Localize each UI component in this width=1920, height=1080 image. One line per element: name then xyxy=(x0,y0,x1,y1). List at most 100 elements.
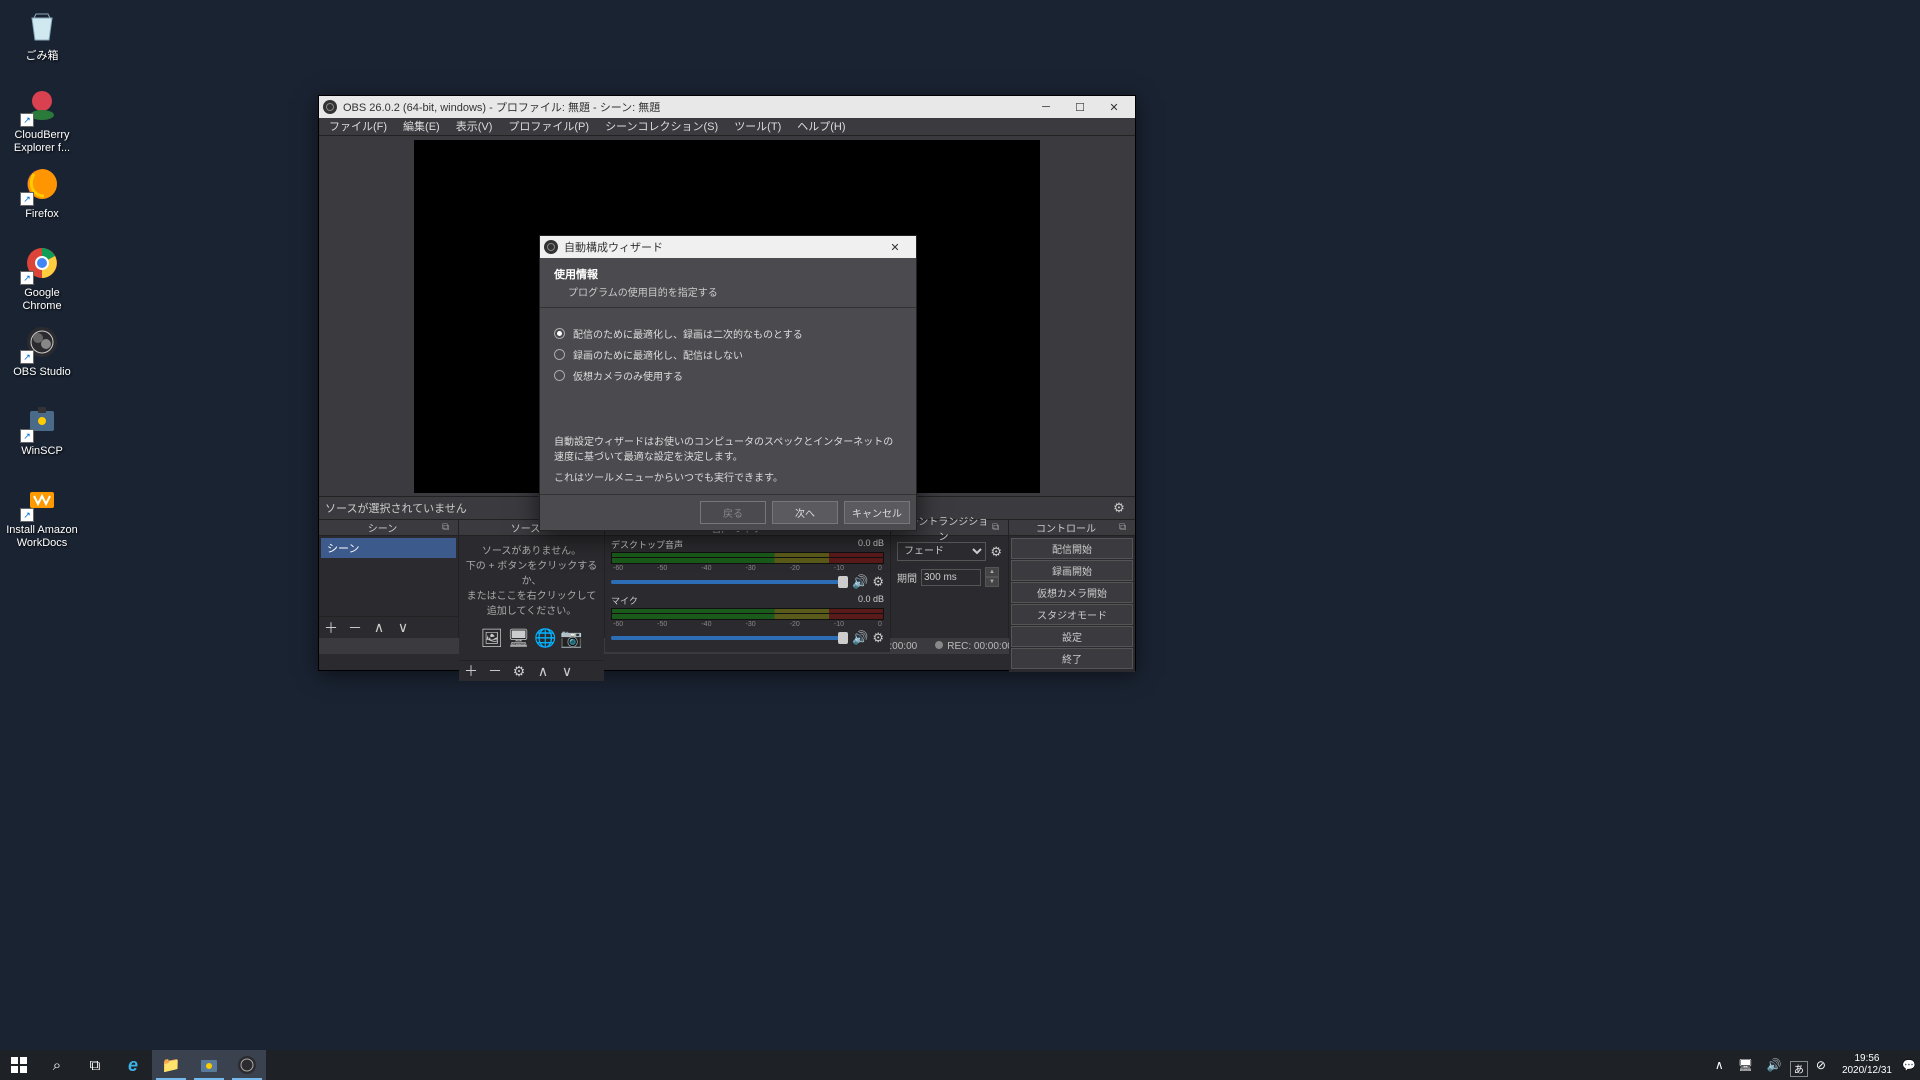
desktop-icon-winscp[interactable]: ↗ WinSCP xyxy=(4,401,80,458)
taskbar-explorer-icon[interactable]: 📁 xyxy=(152,1050,190,1080)
mixer-channel-level: 0.0 dB xyxy=(858,538,884,551)
desktop-icon-cloudberry[interactable]: ↗ CloudBerry Explorer f... xyxy=(4,85,80,155)
tray-volume-icon[interactable]: 🔊 xyxy=(1761,1050,1788,1080)
mute-button[interactable]: 🔊 xyxy=(852,574,868,590)
auto-config-wizard-dialog: 自動構成ウィザード ✕ 使用情報 プログラムの使用目的を指定する 配信のために最… xyxy=(539,235,917,531)
tray-expand-icon[interactable]: ∧ xyxy=(1709,1050,1730,1080)
controls-dock: コントロール ⧉ 配信開始 録画開始 仮想カメラ開始 スタジオモード 設定 終了 xyxy=(1009,520,1135,638)
start-recording-button[interactable]: 録画開始 xyxy=(1011,560,1133,581)
sources-list[interactable]: ソースがありません。 下の + ボタンをクリックするか、 またはここを右クリック… xyxy=(459,536,604,660)
menu-help[interactable]: ヘルプ(H) xyxy=(789,118,853,135)
menu-view[interactable]: 表示(V) xyxy=(448,118,501,135)
mute-button[interactable]: 🔊 xyxy=(852,630,868,646)
obs-titlebar[interactable]: OBS 26.0.2 (64-bit, windows) - プロファイル: 無… xyxy=(319,96,1135,118)
radio-icon xyxy=(554,349,565,360)
volume-slider[interactable] xyxy=(611,580,848,584)
clock-date: 2020/12/31 xyxy=(1842,1065,1892,1077)
settings-button[interactable]: 設定 xyxy=(1011,626,1133,647)
remove-scene-button[interactable]: － xyxy=(347,618,363,638)
source-down-button[interactable]: ∨ xyxy=(559,663,575,680)
transition-mode-select[interactable]: フェード xyxy=(897,542,986,561)
wizard-footer-text: 自動設定ウィザードはお使いのコンピュータのスペックとインターネットの速度に基づい… xyxy=(554,435,902,465)
wizard-option-recording[interactable]: 録画のために最適化し、配信はしない xyxy=(554,347,902,362)
desktop-icon-label: CloudBerry Explorer f... xyxy=(4,129,80,155)
desktop-icon-recycle-bin[interactable]: ごみ箱 xyxy=(4,6,80,63)
scene-down-button[interactable]: ∨ xyxy=(395,619,411,636)
close-button[interactable]: ✕ xyxy=(878,236,912,258)
wizard-option-virtual-camera[interactable]: 仮想カメラのみ使用する xyxy=(554,368,902,383)
taskbar-clock[interactable]: 19:56 2020/12/31 xyxy=(1834,1053,1900,1077)
add-scene-button[interactable]: ＋ xyxy=(323,618,339,638)
scene-item[interactable]: シーン xyxy=(321,538,456,558)
wizard-titlebar[interactable]: 自動構成ウィザード ✕ xyxy=(540,236,916,258)
rec-indicator-icon xyxy=(935,641,943,649)
mixer-ticks: -60-50-40-30-20-100 xyxy=(611,621,884,628)
wizard-cancel-button[interactable]: キャンセル xyxy=(844,501,910,524)
volume-slider[interactable] xyxy=(611,636,848,640)
menu-profile[interactable]: プロファイル(P) xyxy=(500,118,597,135)
maximize-button[interactable]: ☐ xyxy=(1063,96,1097,118)
search-button[interactable]: ⌕ xyxy=(38,1050,76,1080)
transition-settings-button[interactable]: ⚙ xyxy=(990,544,1002,560)
source-properties-gear-icon[interactable]: ⚙ xyxy=(1109,498,1129,518)
wizard-option-streaming[interactable]: 配信のために最適化し、録画は二次的なものとする xyxy=(554,326,902,341)
mixer-ticks: -60-50-40-30-20-100 xyxy=(611,565,884,572)
desktop-icon-obs[interactable]: ↗ OBS Studio xyxy=(4,322,80,379)
menu-file[interactable]: ファイル(F) xyxy=(321,118,395,135)
remove-source-button[interactable]: － xyxy=(487,661,503,681)
taskbar-winscp-icon[interactable] xyxy=(190,1050,228,1080)
desktop-icon-firefox[interactable]: ↗ Firefox xyxy=(4,164,80,221)
spinner-down-icon[interactable]: ▼ xyxy=(985,577,999,587)
source-properties-button[interactable]: ⚙ xyxy=(511,663,527,680)
mixer-channel-level: 0.0 dB xyxy=(858,594,884,607)
scene-up-button[interactable]: ∧ xyxy=(371,619,387,636)
start-virtual-camera-button[interactable]: 仮想カメラ開始 xyxy=(1011,582,1133,603)
desktop-icon-chrome[interactable]: ↗ Google Chrome xyxy=(4,243,80,313)
exit-button[interactable]: 終了 xyxy=(1011,648,1133,669)
studio-mode-button[interactable]: スタジオモード xyxy=(1011,604,1133,625)
scenes-dock-title: シーン xyxy=(323,520,442,535)
duration-input[interactable] xyxy=(921,569,981,586)
tray-network-icon[interactable]: 🖥 xyxy=(1732,1050,1759,1080)
dock-detach-icon[interactable]: ⧉ xyxy=(992,522,1004,533)
mixer-meter xyxy=(611,558,884,564)
wizard-header-title: 使用情報 xyxy=(554,266,902,282)
desktop-icon-label: Install Amazon WorkDocs xyxy=(4,524,80,550)
dock-detach-icon[interactable]: ⧉ xyxy=(442,522,454,533)
obs-app-icon xyxy=(544,240,558,254)
sources-dock: ソース ⧉ ソースがありません。 下の + ボタンをクリックするか、 またはここ… xyxy=(459,520,605,638)
mixer-settings-button[interactable]: ⚙ xyxy=(872,574,884,590)
scenes-list[interactable]: シーン xyxy=(319,536,458,616)
menu-edit[interactable]: 編集(E) xyxy=(395,118,448,135)
rec-status: REC: 00:00:00 xyxy=(947,641,1013,652)
mixer-settings-button[interactable]: ⚙ xyxy=(872,630,884,646)
wizard-next-button[interactable]: 次へ xyxy=(772,501,838,524)
sources-empty-text: ソースがありません。 xyxy=(465,544,598,559)
taskbar-obs-icon[interactable] xyxy=(228,1050,266,1080)
start-streaming-button[interactable]: 配信開始 xyxy=(1011,538,1133,559)
close-button[interactable]: ✕ xyxy=(1097,96,1131,118)
dock-detach-icon[interactable]: ⧉ xyxy=(1119,522,1131,533)
minimize-button[interactable]: ─ xyxy=(1029,96,1063,118)
start-button[interactable] xyxy=(0,1050,38,1080)
notifications-button[interactable]: 💬 xyxy=(1902,1050,1916,1080)
display-source-icon: 🖥 xyxy=(507,625,530,652)
menu-tools[interactable]: ツール(T) xyxy=(726,118,789,135)
task-view-button[interactable]: ⧉ xyxy=(76,1050,114,1080)
tray-ime-icon[interactable]: あ xyxy=(1790,1061,1808,1077)
obs-menubar: ファイル(F) 編集(E) 表示(V) プロファイル(P) シーンコレクション(… xyxy=(319,118,1135,136)
audio-mixer-dock: 音声ミキサー ⧉ デスクトップ音声 0.0 dB -60-50-40-30-20… xyxy=(605,520,891,638)
wizard-option-label: 仮想カメラのみ使用する xyxy=(573,368,683,383)
transitions-dock: シーントランジション ⧉ フェード ⚙ 期間 ▲▼ xyxy=(891,520,1009,638)
source-up-button[interactable]: ∧ xyxy=(535,663,551,680)
menu-scene-collection[interactable]: シーンコレクション(S) xyxy=(597,118,726,135)
duration-label: 期間 xyxy=(897,570,917,585)
taskbar-ie-icon[interactable]: e xyxy=(114,1050,152,1080)
desktop-icon-workdocs[interactable]: ↗ Install Amazon WorkDocs xyxy=(4,480,80,550)
add-source-button[interactable]: ＋ xyxy=(463,661,479,681)
spinner-up-icon[interactable]: ▲ xyxy=(985,567,999,577)
mixer-channel-mic: マイク 0.0 dB -60-50-40-30-20-100 🔊 ⚙ xyxy=(607,594,888,646)
desktop-icon-label: WinSCP xyxy=(4,445,80,458)
mixer-meter xyxy=(611,552,884,558)
tray-status-icon[interactable]: ⊘ xyxy=(1810,1050,1832,1080)
